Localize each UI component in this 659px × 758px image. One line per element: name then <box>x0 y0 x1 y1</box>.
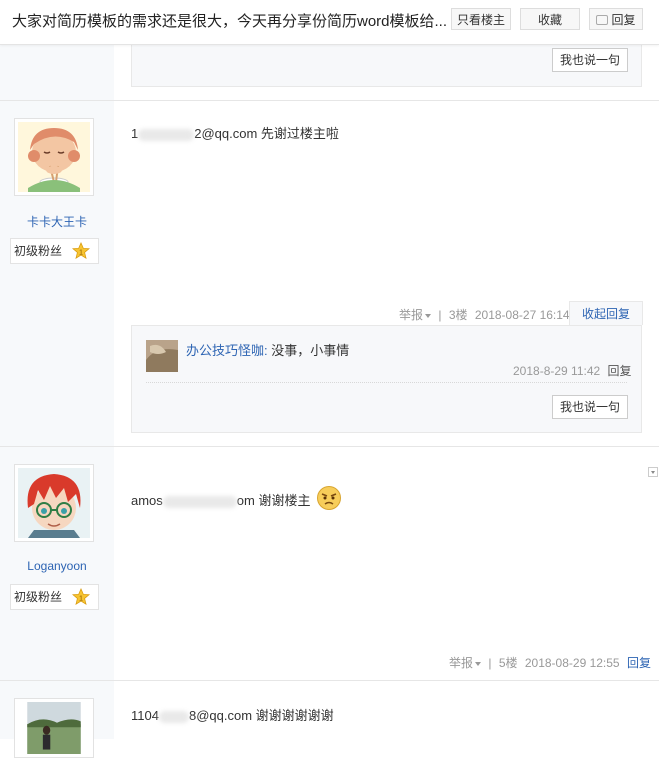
post-meta: 举报 | 3楼 2018-08-27 16:14 <box>399 308 570 322</box>
sub-reply-content: 办公技巧怪咖: 没事，小事情 <box>186 340 349 359</box>
post-options-dropdown[interactable] <box>648 467 658 477</box>
svg-text:1: 1 <box>79 248 83 257</box>
reply-button-label: 回复 <box>611 13 636 27</box>
thread-title: 大家对简历模板的需求还是很大，今天再分享份简历word模板给... <box>12 13 448 30</box>
sub-reply-text: 没事，小事情 <box>271 343 350 358</box>
fan-level-label: 初级粉丝 <box>14 590 63 604</box>
floor-number: 3楼 <box>448 308 468 322</box>
avatar[interactable] <box>14 118 94 196</box>
fan-level-label: 初级粉丝 <box>14 244 63 258</box>
collect-button[interactable]: 收藏 <box>520 8 580 30</box>
avatar[interactable] <box>14 464 94 542</box>
username[interactable]: Loganyoon <box>0 559 114 573</box>
divider <box>146 382 627 383</box>
reply-button[interactable]: 回复 <box>589 8 643 30</box>
star-level-icon: 1 <box>72 588 90 605</box>
avatar[interactable] <box>14 698 94 758</box>
avatar-image <box>18 468 90 538</box>
say-something-button[interactable]: 我也说一句 <box>552 395 628 419</box>
post-previous: 我也说一句 <box>0 44 659 101</box>
say-something-button[interactable]: 我也说一句 <box>552 48 628 72</box>
sub-reply-user[interactable]: 办公技巧怪咖: <box>186 343 268 358</box>
sub-reply-meta: 2018-8-29 11:42 回复 <box>513 362 632 379</box>
post-content: 1104 8@qq.com 谢谢谢谢谢谢 <box>131 708 334 723</box>
post-time: 2018-08-27 16:14 <box>474 308 570 322</box>
reply-box: 办公技巧怪咖: 没事，小事情 2018-8-29 11:42 回复 我也说一句 <box>131 325 642 433</box>
post-next: 1104 8@qq.com 谢谢谢谢谢谢 <box>0 681 659 758</box>
post-meta: 举报 | 5楼 2018-08-29 12:55 回复 <box>449 656 651 670</box>
only-author-button[interactable]: 只看楼主 <box>451 8 511 30</box>
sub-reply-time: 2018-8-29 11:42 <box>513 364 601 378</box>
avatar-image <box>27 702 81 754</box>
sub-reply-link[interactable]: 回复 <box>608 364 632 378</box>
post-floor-5: Loganyoon 初级粉丝 1 amos om 谢谢楼主 举报 | 5楼 201… <box>0 447 659 681</box>
star-level-icon: 1 <box>72 242 90 259</box>
post-time: 2018-08-29 12:55 <box>524 656 620 670</box>
fan-level-badge: 初级粉丝 1 <box>10 238 99 264</box>
report-dropdown-icon[interactable] <box>475 661 482 666</box>
svg-text:1: 1 <box>79 594 83 603</box>
report-dropdown-icon[interactable] <box>425 313 432 318</box>
post-content: amos om 谢谢楼主 <box>131 485 342 511</box>
thread-header: 大家对简历模板的需求还是很大，今天再分享份简历word模板给... 只看楼主 收… <box>0 0 659 45</box>
reply-icon <box>596 14 609 25</box>
reply-link[interactable]: 回复 <box>627 656 651 670</box>
angry-emoji-icon <box>317 486 342 510</box>
floor-number: 5楼 <box>498 656 518 670</box>
report-link[interactable]: 举报 <box>399 308 423 322</box>
post-content: 1 2@qq.com 先谢过楼主啦 <box>131 126 339 141</box>
sub-reply-avatar[interactable] <box>146 340 178 372</box>
report-link[interactable]: 举报 <box>449 656 473 670</box>
post-sidebar <box>0 44 114 100</box>
reply-box: 我也说一句 <box>131 44 642 87</box>
post-floor-3: 卡卡大王卡 初级粉丝 1 1 2@qq.com 先谢过楼主啦 举报 | 3楼 20… <box>0 101 659 447</box>
username[interactable]: 卡卡大王卡 <box>0 213 114 230</box>
avatar-image <box>18 122 90 192</box>
fan-level-badge: 初级粉丝 1 <box>10 584 99 610</box>
collapse-replies-link[interactable]: 收起回复 <box>569 301 643 325</box>
